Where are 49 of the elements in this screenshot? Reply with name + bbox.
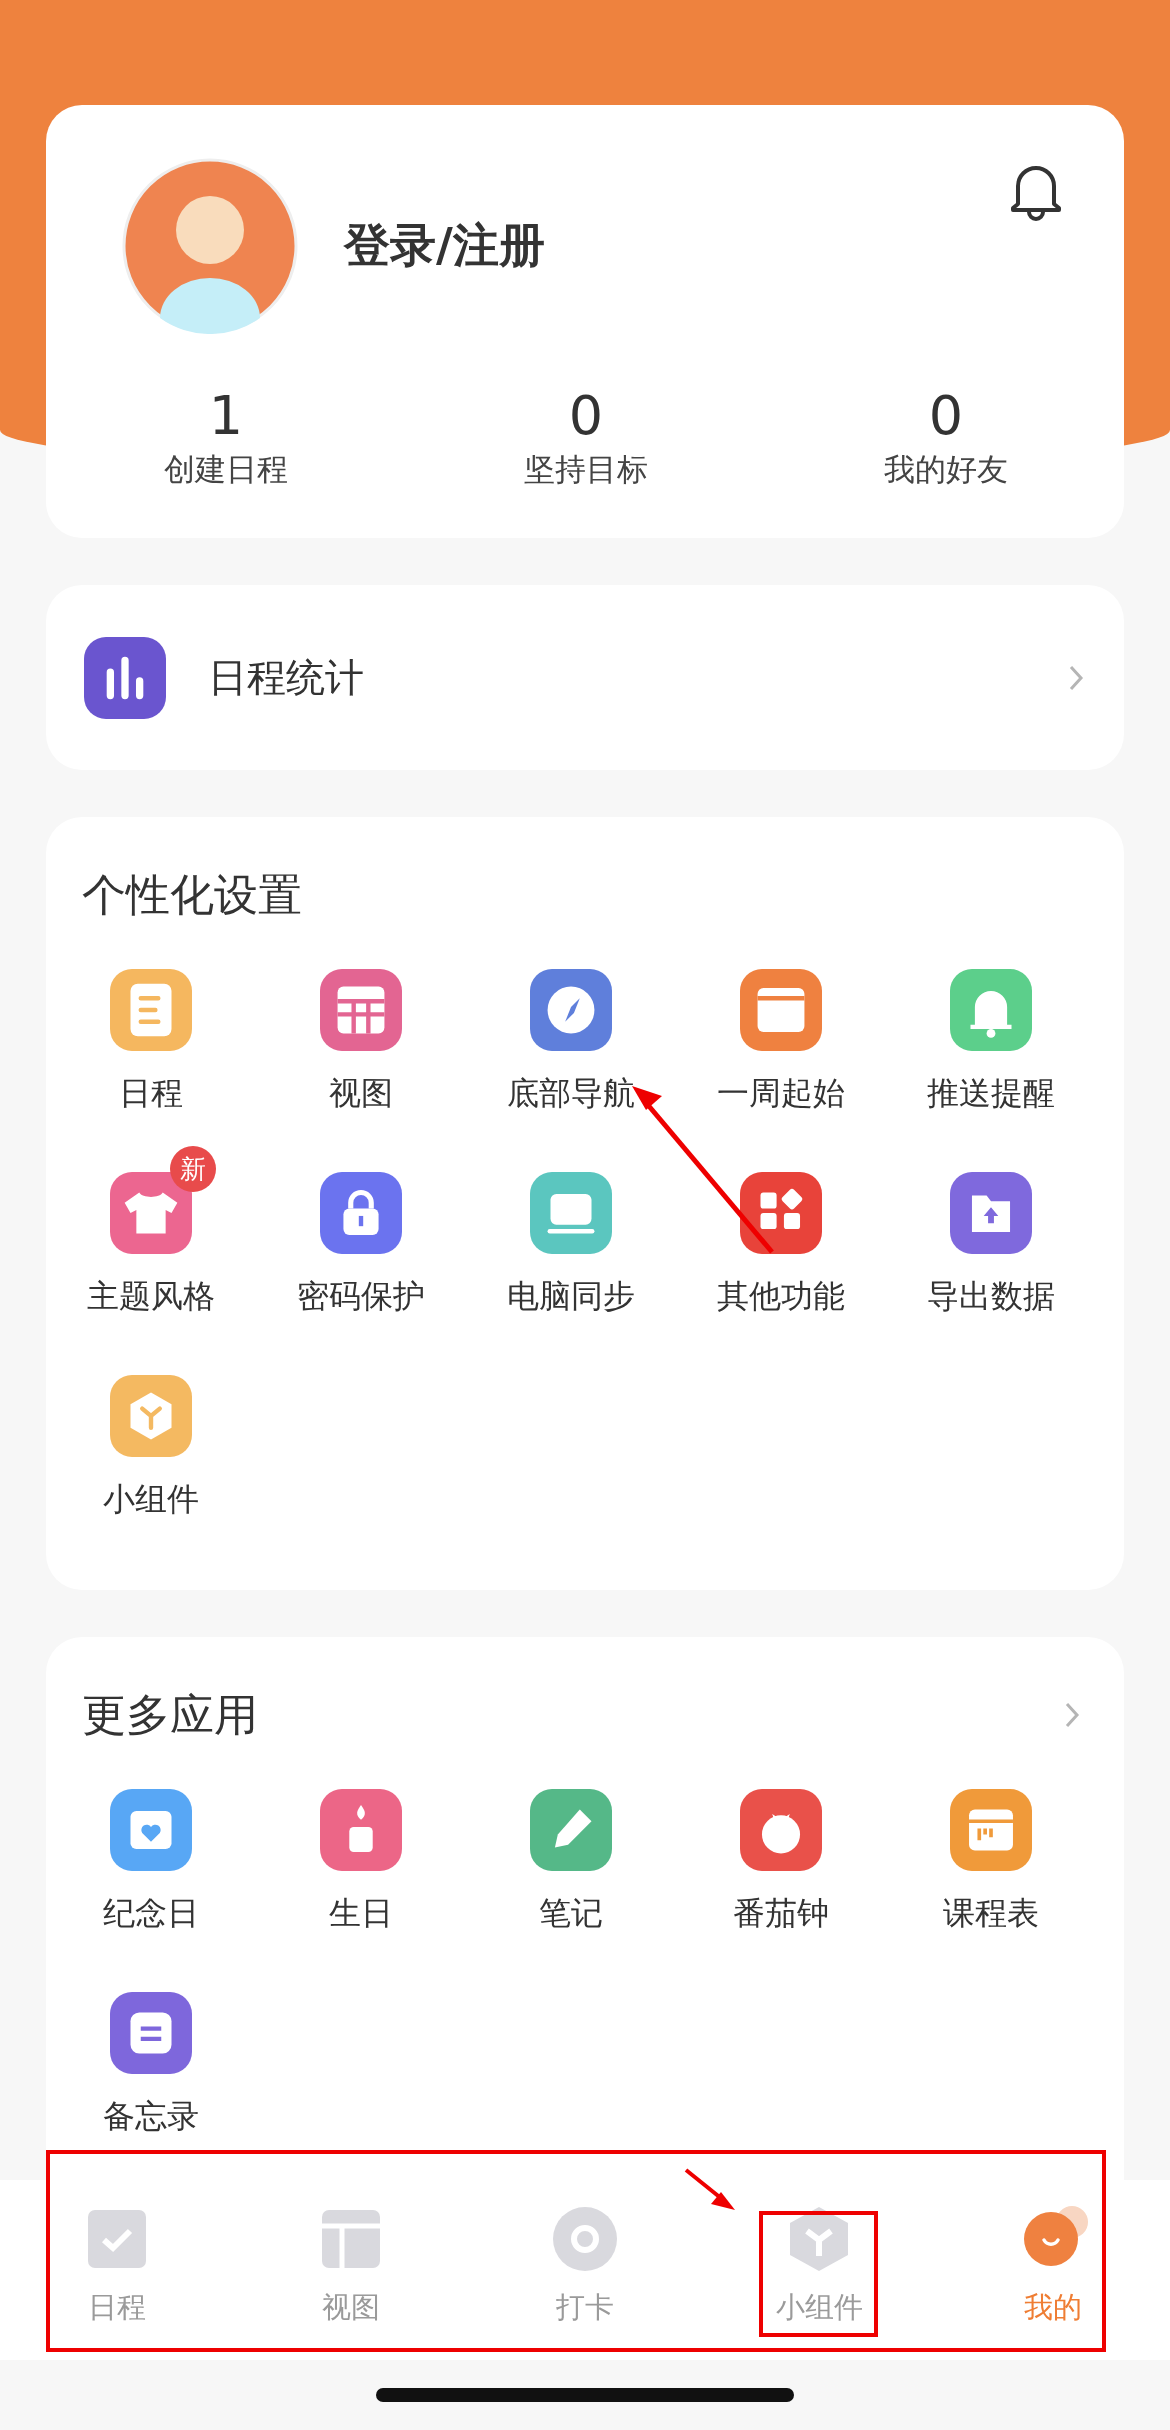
feature-label[interactable]: 日程 xyxy=(119,1071,183,1115)
app-icon[interactable] xyxy=(950,969,1032,1051)
app-icon[interactable] xyxy=(740,1789,822,1871)
feature-label[interactable]: 导出数据 xyxy=(927,1274,1055,1318)
app-icon[interactable] xyxy=(530,969,612,1051)
app-icon[interactable] xyxy=(740,969,822,1051)
feature-label[interactable]: 视图 xyxy=(329,1071,393,1115)
feature-label[interactable]: 主题风格 xyxy=(87,1274,215,1318)
avatar-icon[interactable] xyxy=(122,158,298,334)
app-icon[interactable] xyxy=(320,969,402,1051)
feature-label[interactable]: 课程表 xyxy=(943,1891,1039,1935)
chevron-right-icon[interactable] xyxy=(1064,1701,1080,1729)
statistics-row[interactable]: 日程统计 xyxy=(46,585,1124,770)
annotation-arrow xyxy=(684,2168,735,2210)
feature-label[interactable]: 其他功能 xyxy=(717,1274,845,1318)
app-icon[interactable] xyxy=(530,1172,612,1254)
app-icon[interactable] xyxy=(320,1789,402,1871)
feature-label[interactable]: 小组件 xyxy=(103,1477,199,1521)
app-icon[interactable] xyxy=(950,1789,1032,1871)
feature-label[interactable]: 推送提醒 xyxy=(927,1071,1055,1115)
feature-label[interactable]: 番茄钟 xyxy=(733,1891,829,1935)
app-icon[interactable] xyxy=(320,1172,402,1254)
feature-label[interactable]: 一周起始 xyxy=(717,1071,845,1115)
app-icon[interactable] xyxy=(740,1172,822,1254)
feature-label[interactable]: 备忘录 xyxy=(103,2094,199,2138)
login-register-link[interactable]: 登录/注册 xyxy=(344,215,545,277)
statistics-label: 日程统计 xyxy=(208,653,364,702)
stat-label[interactable]: 坚持目标 xyxy=(524,446,648,492)
feature-label[interactable]: 笔记 xyxy=(539,1891,603,1935)
app-icon[interactable] xyxy=(530,1789,612,1871)
app-icon[interactable] xyxy=(110,1789,192,1871)
feature-label[interactable]: 生日 xyxy=(329,1891,393,1935)
feature-label[interactable]: 底部导航 xyxy=(507,1071,635,1115)
section-title: 更多应用 xyxy=(82,1687,258,1742)
new-badge: 新 xyxy=(170,1146,216,1192)
stat-value[interactable]: 1 xyxy=(208,386,244,446)
stat-label[interactable]: 创建日程 xyxy=(164,446,288,492)
chevron-right-icon xyxy=(1068,663,1084,692)
feature-label[interactable]: 电脑同步 xyxy=(507,1274,635,1318)
app-icon[interactable] xyxy=(950,1172,1032,1254)
stat-value[interactable]: 0 xyxy=(568,386,604,446)
app-icon[interactable] xyxy=(110,1992,192,2074)
stat-value[interactable]: 0 xyxy=(928,386,964,446)
bar-chart-icon xyxy=(84,636,166,719)
feature-label[interactable]: 纪念日 xyxy=(103,1891,199,1935)
feature-label[interactable]: 密码保护 xyxy=(297,1274,425,1318)
section-title: 个性化设置 xyxy=(82,867,302,922)
stat-label[interactable]: 我的好友 xyxy=(884,446,1008,492)
ring-icon xyxy=(550,2204,620,2274)
